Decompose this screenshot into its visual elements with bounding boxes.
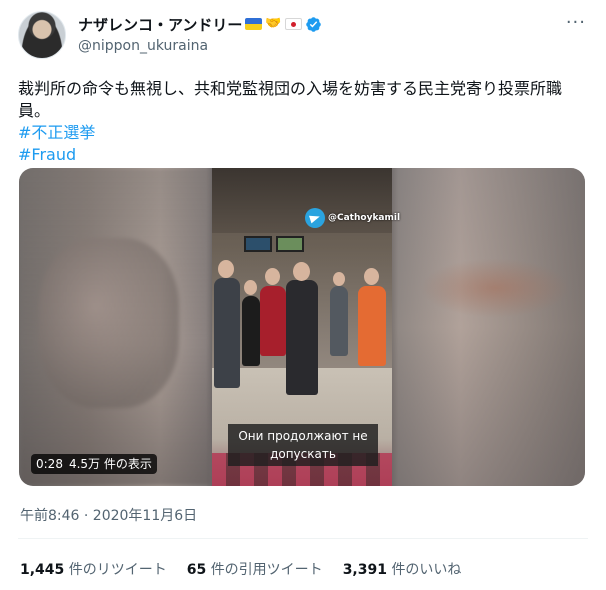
video-subtitle: Они продолжают не допускать (228, 424, 378, 466)
video-blur-left (19, 168, 211, 486)
retweets-stat[interactable]: 1,445 件のリツイート (20, 559, 167, 579)
hashtag-fusei-senkyo[interactable]: #不正選挙 (18, 122, 588, 144)
display-name[interactable]: ナザレンコ・アンドリー (78, 14, 242, 35)
retweets-label: 件のリツイート (68, 562, 167, 578)
quotes-stat[interactable]: 65 件の引用ツイート (187, 559, 323, 579)
ukraine-flag-icon (245, 18, 263, 30)
hashtag-fraud[interactable]: #Fraud (18, 144, 588, 166)
avatar[interactable] (18, 11, 66, 59)
tweet-text: 裁判所の命令も無視し、共和党監視団の入場を妨害する民主党寄り投票所職員。 (18, 79, 563, 120)
telegram-label: @Cathoykamil (328, 213, 401, 223)
video-views: 4.5万 件の表示 (68, 457, 152, 471)
video-duration-badge: 0:28 4.5万 件の表示 (31, 454, 157, 474)
user-handle[interactable]: @nippon_ukuraina (78, 38, 208, 54)
likes-stat[interactable]: 3,391 件のいいね (343, 559, 462, 579)
quotes-label: 件の引用ツイート (210, 562, 323, 578)
subtitle-line-2: допускать (270, 447, 336, 461)
quotes-count: 65 (186, 562, 207, 578)
video-player[interactable]: @Cathoykamil Они продолжают не допускать… (19, 168, 585, 486)
video-duration: 0:28 (36, 457, 63, 471)
more-options-icon[interactable]: ··· (566, 12, 586, 33)
likes-count: 3,391 (342, 562, 387, 578)
divider (18, 538, 588, 539)
telegram-watermark: @Cathoykamil (305, 208, 400, 228)
verified-badge-icon (305, 16, 321, 32)
subtitle-line-1: Они продолжают не (238, 429, 368, 443)
tweet-timestamp[interactable]: 午前8:46 · 2020年11月6日 (20, 505, 197, 525)
author-name-row[interactable]: ナザレンコ・アンドリー 🤝 (78, 14, 322, 34)
video-blur-right (390, 168, 585, 486)
japan-flag-icon (284, 18, 302, 30)
telegram-icon (305, 208, 325, 228)
engagement-stats: 1,445 件のリツイート 65 件の引用ツイート 3,391 件のいいね (20, 559, 461, 579)
tweet-body: 裁判所の命令も無視し、共和党監視団の入場を妨害する民主党寄り投票所職員。 #不正… (18, 78, 588, 166)
handshake-icon: 🤝 (265, 16, 282, 31)
retweets-count: 1,445 (20, 562, 65, 578)
likes-label: 件のいいね (391, 562, 462, 578)
